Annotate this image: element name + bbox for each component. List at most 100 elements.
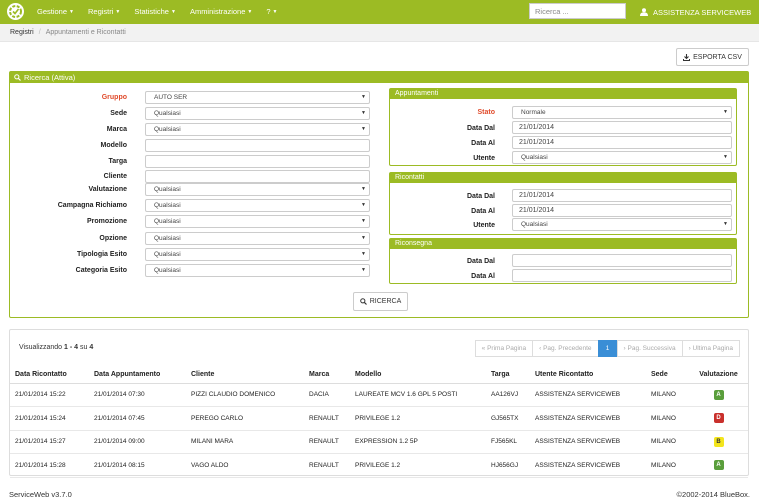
col-valutazione[interactable]: Valutazione: [689, 366, 748, 384]
input-app-data-dal[interactable]: 21/01/2014: [512, 121, 732, 134]
caret-down-icon: ▼: [272, 9, 278, 15]
page-first-button[interactable]: « Prima Pagina: [474, 340, 534, 357]
select-opzione[interactable]: Qualsiasi: [145, 232, 370, 245]
cell-utente: ASSISTENZA SERVICEWEB: [530, 406, 646, 431]
select-app-utente[interactable]: Qualsiasi: [512, 151, 732, 164]
appuntamenti-header: Appuntamenti: [390, 89, 736, 99]
global-search-input[interactable]: [529, 3, 626, 19]
cell-utente: ASSISTENZA SERVICEWEB: [530, 383, 646, 407]
table-row[interactable]: 21/01/2014 15:27 21/01/2014 09:00 MILANI…: [10, 430, 748, 454]
table-row[interactable]: 21/01/2014 15:22 21/01/2014 07:30 PIZZI …: [10, 383, 748, 407]
field-tipologia-esito: Tipologia Esito: [10, 248, 127, 261]
input-targa[interactable]: [145, 155, 370, 168]
cell-marca: RENAULT: [304, 406, 350, 431]
appuntamenti-panel: Appuntamenti Stato Normale Data Dal 21/0…: [389, 88, 737, 166]
cell-modello: PRIVILEGE 1.2: [350, 406, 486, 431]
field-targa: Targa: [10, 155, 127, 168]
cell-cliente: PIZZI CLAUDIO DOMENICO: [186, 383, 304, 407]
page-next-button[interactable]: › Pag. Successiva: [616, 340, 683, 357]
label-app-utente: Utente: [473, 155, 495, 162]
ricerca-button[interactable]: RICERCA: [353, 292, 408, 311]
select-sede[interactable]: Qualsiasi: [145, 107, 370, 120]
select-ric-utente[interactable]: Qualsiasi: [512, 218, 732, 231]
top-navbar: Gestione ▼ Registri ▼ Statistiche ▼ Amminis…: [0, 0, 759, 24]
select-gruppo[interactable]: AUTO SER: [145, 91, 370, 104]
cell-targa: AA126VJ: [486, 383, 530, 407]
cell-valutazione: D: [689, 406, 748, 431]
label-tipologia-esito: Tipologia Esito: [76, 251, 127, 258]
select-promozione[interactable]: Qualsiasi: [145, 215, 370, 228]
col-data-appuntamento[interactable]: Data Appuntamento: [89, 366, 186, 384]
field-stato: Stato: [390, 106, 496, 119]
input-ricons-data-al[interactable]: [512, 269, 732, 282]
col-cliente[interactable]: Cliente: [186, 366, 304, 384]
col-marca[interactable]: Marca: [304, 366, 350, 384]
serviceweb-logo-icon[interactable]: [7, 3, 24, 20]
cell-utente: ASSISTENZA SERVICEWEB: [530, 430, 646, 454]
cell-modello: EXPRESSION 1.2 5P: [350, 430, 486, 454]
cell-modello: PRIVILEGE 1.2: [350, 453, 486, 478]
export-csv-button[interactable]: ESPORTA CSV: [676, 48, 749, 66]
page-prev-button[interactable]: ‹ Pag. Precedente: [532, 340, 599, 357]
cell-valutazione: A: [689, 453, 748, 478]
search-panel-header[interactable]: Ricerca (Attiva): [10, 72, 748, 83]
field-opzione: Opzione: [10, 232, 127, 245]
main-menu: Gestione ▼ Registri ▼ Statistiche ▼ Amminis…: [30, 0, 284, 24]
breadcrumb-registri[interactable]: Registri: [10, 29, 34, 36]
select-campagna-richiamo[interactable]: Qualsiasi: [145, 199, 370, 212]
col-targa[interactable]: Targa: [486, 366, 530, 384]
select-tipologia-esito[interactable]: Qualsiasi: [145, 248, 370, 261]
menu-amministrazione[interactable]: Amministrazione ▼: [183, 0, 259, 24]
cell-data-appuntamento: 21/01/2014 07:45: [89, 406, 186, 431]
cell-targa: HJ656GJ: [486, 453, 530, 478]
label-promozione: Promozione: [86, 218, 127, 225]
input-ric-data-dal[interactable]: 21/01/2014: [512, 189, 732, 202]
col-data-ricontatto[interactable]: Data Ricontatto: [10, 366, 89, 384]
menu-statistiche[interactable]: Statistiche ▼: [127, 0, 183, 24]
valutazione-badge: B: [713, 436, 724, 447]
col-utente-ricontatto[interactable]: Utente Ricontatto: [530, 366, 646, 384]
select-categoria-esito[interactable]: Qualsiasi: [145, 264, 370, 277]
select-marca[interactable]: Qualsiasi: [145, 123, 370, 136]
riconsegna-panel: Riconsegna Data Dal Data Al: [389, 238, 737, 284]
label-app-data-al: Data Al: [471, 140, 495, 147]
label-ric-data-dal: Data Dal: [466, 193, 495, 200]
select-stato[interactable]: Normale: [512, 106, 732, 119]
search-icon: [359, 298, 367, 305]
cell-marca: RENAULT: [304, 430, 350, 454]
field-categoria-esito: Categoria Esito: [10, 264, 127, 277]
table-row[interactable]: 21/01/2014 15:28 21/01/2014 08:15 VAGO A…: [10, 453, 748, 478]
col-modello[interactable]: Modello: [350, 366, 486, 384]
field-modello: Modello: [10, 139, 127, 152]
menu-help[interactable]: ? ▼: [259, 0, 284, 24]
input-app-data-al[interactable]: 21/01/2014: [512, 136, 732, 149]
page-current-button[interactable]: 1: [597, 340, 618, 357]
label-campagna-richiamo: Campagna Richiamo: [57, 202, 127, 209]
select-valutazione[interactable]: Qualsiasi: [145, 183, 370, 196]
label-stato: Stato: [477, 109, 496, 116]
user-icon: [640, 8, 648, 16]
input-ricons-data-dal[interactable]: [512, 254, 732, 267]
input-cliente[interactable]: [145, 170, 370, 183]
col-sede[interactable]: Sede: [646, 366, 689, 384]
input-ric-data-al[interactable]: 21/01/2014: [512, 204, 732, 217]
page-last-button[interactable]: › Ultima Pagina: [681, 340, 740, 357]
menu-gestione[interactable]: Gestione ▼: [30, 0, 81, 24]
cell-sede: MILANO: [646, 406, 689, 431]
table-header-row: Data Ricontatto Data Appuntamento Client…: [10, 366, 748, 384]
field-ricons-data-al: Data Al: [390, 270, 495, 283]
menu-registri[interactable]: Registri ▼: [81, 0, 127, 24]
cell-valutazione: B: [689, 430, 748, 454]
field-app-data-al: Data Al: [390, 137, 495, 150]
field-ricons-data-dal: Data Dal: [390, 255, 495, 268]
field-ric-data-al: Data Al: [390, 205, 495, 218]
caret-down-icon: ▼: [69, 9, 74, 15]
cell-modello: LAUREATE MCV 1.6 GPL 5 POSTI: [350, 383, 486, 407]
input-modello[interactable]: [145, 139, 370, 152]
label-ricons-data-dal: Data Dal: [466, 258, 495, 265]
label-targa: Targa: [108, 158, 127, 165]
user-menu[interactable]: ASSISTENZA SERVICEWEB: [640, 0, 751, 24]
breadcrumb-current: Appuntamenti e Ricontatti: [45, 29, 126, 36]
table-row[interactable]: 21/01/2014 15:24 21/01/2014 07:45 PEREGO…: [10, 406, 748, 431]
label-categoria-esito: Categoria Esito: [75, 267, 127, 274]
